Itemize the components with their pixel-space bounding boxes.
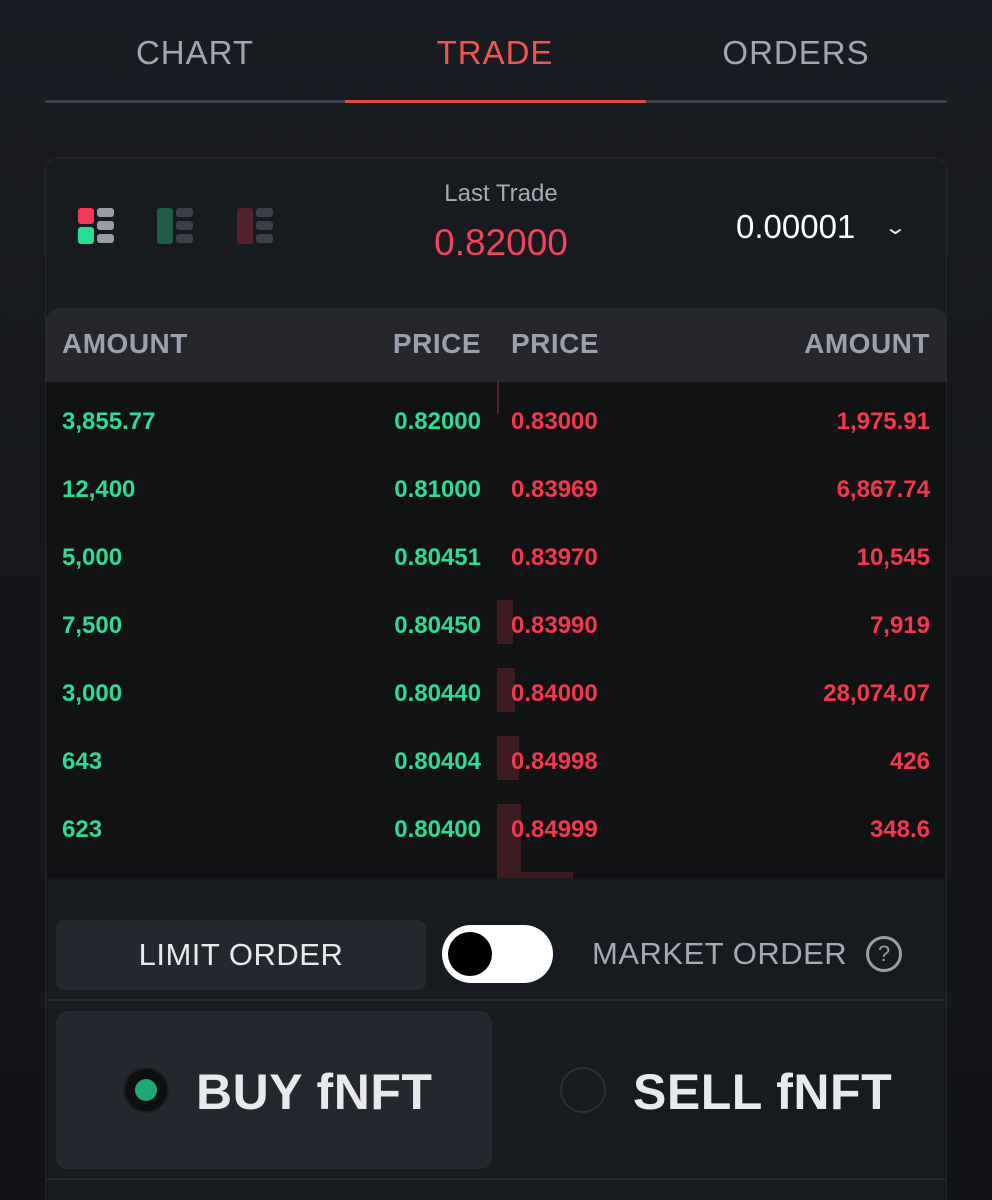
question-icon[interactable]: ? xyxy=(866,936,902,972)
bid-amount: 623 xyxy=(62,816,103,843)
depth-bar xyxy=(497,872,573,878)
bid-amount: 3,855.77 xyxy=(62,408,156,435)
ask-amount: 7,919 xyxy=(869,612,930,639)
bid-amount: 12,400 xyxy=(62,476,136,503)
book-asks-icon[interactable] xyxy=(237,208,275,246)
sell-button[interactable]: SELL fNFT xyxy=(502,1011,938,1169)
bid-price: 0.80451 xyxy=(394,544,481,571)
divider xyxy=(46,1178,946,1180)
bid-price: 0.81000 xyxy=(394,476,481,503)
buy-radio[interactable] xyxy=(123,1067,169,1113)
ask-amount: 1,975.91 xyxy=(836,408,930,435)
order-type-toggle[interactable] xyxy=(442,925,553,983)
ask-amount-header: AMOUNT xyxy=(804,328,930,359)
last-trade-value: 0.82000 xyxy=(434,222,568,263)
ask-price: 0.84999 xyxy=(511,816,598,843)
order-book-row[interactable]: 3,855.77 0.82000 0.83000 1,975.91 xyxy=(46,390,946,458)
limit-order-button[interactable]: LIMIT ORDER xyxy=(56,920,426,990)
tab-bar: CHART TRADE ORDERS xyxy=(45,0,947,103)
ask-amount: 426 xyxy=(889,748,930,775)
bid-amount: 5,000 xyxy=(62,544,123,571)
ask-price: 0.84000 xyxy=(511,680,598,707)
market-order-label[interactable]: MARKET ORDER xyxy=(592,936,847,972)
bid-price: 0.80400 xyxy=(394,816,481,843)
ask-price-header: PRICE xyxy=(511,328,600,359)
active-tab-indicator xyxy=(345,100,646,103)
order-book-row[interactable]: 5,000 0.80451 0.83970 10,545 xyxy=(46,526,946,594)
ask-amount: 10,545 xyxy=(856,544,930,571)
order-book-row[interactable]: 643 0.80404 0.84998 426 xyxy=(46,730,946,798)
bid-price: 0.82000 xyxy=(394,408,481,435)
order-book-row[interactable]: 7,500 0.80450 0.83990 7,919 xyxy=(46,594,946,662)
bid-amount-header: AMOUNT xyxy=(62,328,188,359)
bid-amount: 7,500 xyxy=(62,612,123,639)
ask-price: 0.83969 xyxy=(511,476,598,503)
buy-label: BUY fNFT xyxy=(196,1064,433,1120)
ask-amount: 6,867.74 xyxy=(836,476,930,503)
last-trade-label: Last Trade xyxy=(444,180,558,207)
order-book-row[interactable]: 3,000 0.80440 0.84000 28,074.07 xyxy=(46,662,946,730)
sell-label: SELL fNFT xyxy=(633,1064,893,1120)
chevron-down-icon: ⌄ xyxy=(883,216,908,239)
divider xyxy=(46,999,946,1001)
bid-price: 0.80404 xyxy=(394,748,481,775)
order-book-row[interactable]: 623 0.80400 0.84999 348.6 xyxy=(46,798,946,866)
bid-price: 0.80450 xyxy=(394,612,481,639)
ask-amount: 348.6 xyxy=(869,816,930,843)
order-book-header: AMOUNT PRICE PRICE AMOUNT xyxy=(46,308,946,382)
tab-chart[interactable]: CHART xyxy=(45,34,345,72)
ask-amount: 28,074.07 xyxy=(823,680,930,707)
ask-price: 0.83970 xyxy=(511,544,598,571)
ask-price: 0.84998 xyxy=(511,748,598,775)
bid-price-header: PRICE xyxy=(392,328,481,359)
toggle-knob xyxy=(448,932,492,976)
bid-amount: 3,000 xyxy=(62,680,123,707)
book-both-icon[interactable] xyxy=(78,208,116,246)
trade-panel: Last Trade 0.82000 0.00001 ⌄ AMOUNT PRIC… xyxy=(45,157,947,1200)
bid-amount: 643 xyxy=(62,748,103,775)
book-bids-icon[interactable] xyxy=(157,208,195,246)
order-book: AMOUNT PRICE PRICE AMOUNT 3,855.77 0.8200… xyxy=(46,308,946,878)
radio-selected-dot xyxy=(135,1079,157,1101)
sell-radio[interactable] xyxy=(560,1067,606,1113)
tab-orders[interactable]: ORDERS xyxy=(646,34,946,72)
ask-price: 0.83000 xyxy=(511,408,598,435)
precision-select[interactable]: 0.00001 ⌄ xyxy=(736,206,908,248)
tab-trade[interactable]: TRADE xyxy=(345,34,645,72)
order-book-row[interactable]: 12,400 0.81000 0.83969 6,867.74 xyxy=(46,458,946,526)
bid-price: 0.80440 xyxy=(394,680,481,707)
buy-button[interactable]: BUY fNFT xyxy=(56,1011,492,1169)
precision-value: 0.00001 xyxy=(736,208,856,245)
ask-price: 0.83990 xyxy=(511,612,598,639)
